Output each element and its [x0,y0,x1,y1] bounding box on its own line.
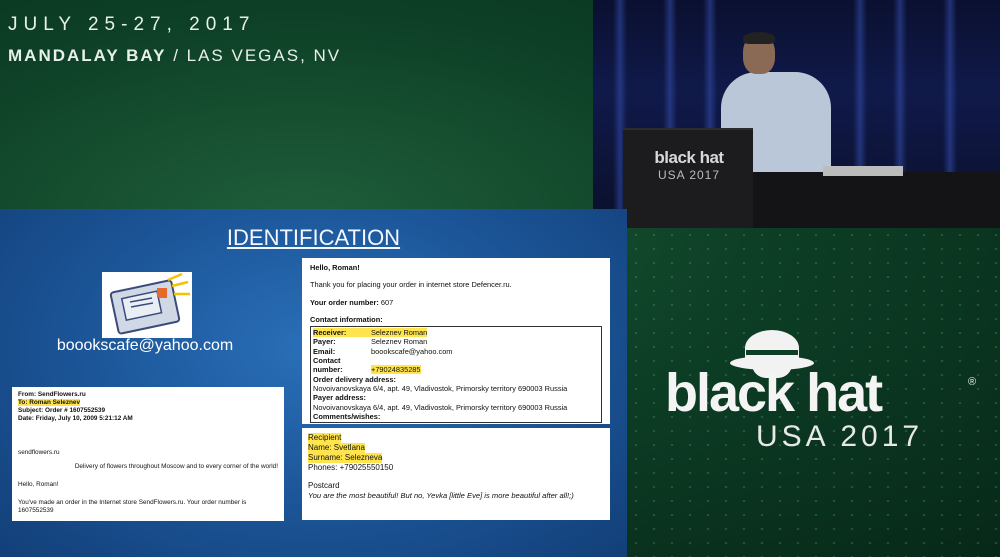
sendflowers-email-doc: From: SendFlowers.ru To: Roman Seleznev … [12,387,284,521]
email-tagline: Delivery of flowers throughout Moscow an… [74,463,278,470]
email-clipart-icon [102,272,192,338]
venue-location: / LAS VEGAS, NV [166,46,342,65]
delivery-label: Order delivery address: [313,374,396,384]
payer-value: Seleznev Roman [371,337,428,347]
stage-video: black hat USA 2017 [593,0,1000,228]
email-subject: Subject: Order # 1607552539 [18,407,106,414]
email-greeting: Hello, Roman! [18,481,59,488]
receiver-value: Seleznev Roman [371,328,428,338]
delivery-value: Novoivanovskaya 6/4, apt. 49, Vladivosto… [313,383,568,393]
presentation-slide: IDENTIFICATION boookscafe@yahoo.com From… [0,209,627,557]
brand-name: black hat [665,363,883,423]
event-date: JULY 25-27, 2017 [8,14,256,35]
laptop [823,166,903,176]
defencer-order-doc: Hello, Roman! Thank you for placing your… [302,258,610,424]
podium-sub: USA 2017 [657,168,721,182]
postcard-message: You are the most beautiful! But no, Yevk… [308,491,574,500]
event-venue: MANDALAY BAY / LAS VEGAS, NV [8,46,341,66]
postcard-label: Postcard [308,481,340,490]
order-number-label: Your order number: [310,297,379,307]
payer-label: Payer: [313,337,336,347]
receiver-label: Receiver: [313,328,371,338]
recipient-label: Recipient [308,433,342,443]
contact-header: Contact information: [310,314,383,324]
email-caption: boookscafe@yahoo.com [56,337,234,354]
brand-sub: USA 2017 [756,420,924,453]
email-value: boookscafe@yahoo.com [371,346,453,356]
email-site: sendflowers.ru [18,449,60,456]
order-number-value: 607 [380,297,394,307]
recipient-name: Name: Svetlana [308,443,365,453]
email-to: To: Roman Seleznev [18,399,81,406]
contact-label: Contact [313,356,341,366]
number-value: +79024835285 [371,365,421,375]
recipient-surname: Surname: Selezneva [308,453,383,463]
registered-mark: ® [968,376,977,388]
recipient-phones: Phones: +79025550150 [308,463,394,472]
recipient-doc: Recipient Name: Svetlana Surname: Selezn… [302,428,610,520]
email-label: Email: [313,346,336,356]
payer-address-value: Novoivanovskaya 6/4, apt. 49, Vladivosto… [313,402,568,412]
payer-address-label: Payer address: [313,393,366,403]
podium-logo: black hat [654,148,724,167]
email-date: Date: Friday, July 10, 2009 5:21:12 AM [18,415,133,422]
venue-name: MANDALAY BAY [8,46,167,65]
email-body: You've made an order in the Internet sto… [18,499,247,514]
comments-label: Comments/wishes: [313,411,381,421]
hat-band [746,350,798,355]
slide-title: IDENTIFICATION [226,225,401,250]
number-label: number: [313,365,343,375]
email-from: From: SendFlowers.ru [18,391,86,398]
order-greeting: Hello, Roman! [310,263,360,272]
contact-info-box: Receiver: Seleznev Roman Payer: Seleznev R… [310,326,602,424]
speaker-hair [743,32,775,44]
order-thanks: Thank you for placing your order in inte… [310,280,512,290]
stage-table [753,172,1000,228]
